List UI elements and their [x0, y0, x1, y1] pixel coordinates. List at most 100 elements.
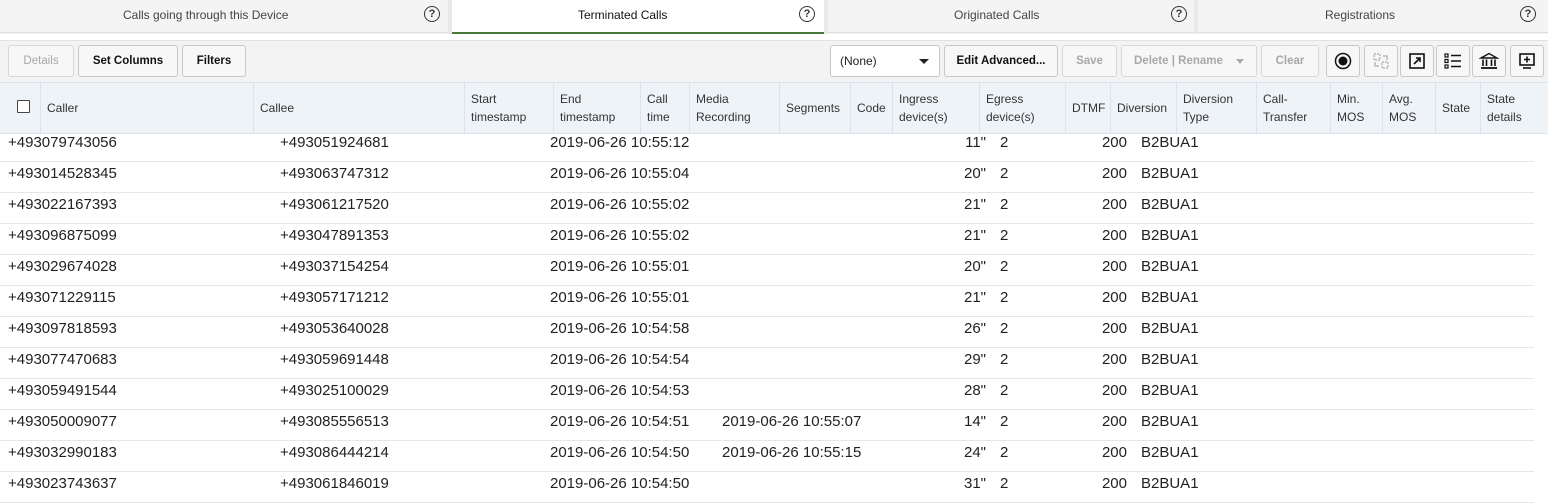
column-diversion-type[interactable]: Diversion Type [1177, 83, 1257, 133]
column-egress-devices[interactable]: Egress device(s) [980, 83, 1066, 133]
tab-label: Terminated Calls [578, 8, 668, 22]
list-button[interactable] [1436, 45, 1470, 77]
table-row[interactable]: +493014528345 +493063747312 2019-06-26 10:… [0, 161, 1534, 193]
select-all-checkbox[interactable] [17, 100, 30, 113]
table-row[interactable]: +493077470683 +493059691448 2019-06-26 10:… [0, 347, 1534, 379]
cell-segments: 2 [1000, 258, 1009, 275]
cell-callee: +493053640028 [280, 320, 389, 337]
cell-code: 200 [1101, 165, 1127, 182]
table-row[interactable]: +493032990183 +493086444214 2019-06-26 10:… [0, 440, 1534, 472]
bank-button[interactable] [1472, 45, 1506, 77]
column-segments[interactable]: Segments [780, 83, 851, 133]
tab-terminated-calls[interactable]: Terminated Calls ? [452, 0, 824, 34]
cell-caller: +493014528345 [8, 165, 117, 182]
cell-call-time: 20" [963, 165, 986, 182]
column-min-mos[interactable]: Min. MOS [1331, 83, 1383, 133]
set-columns-button[interactable]: Set Columns [78, 45, 178, 77]
cell-start-timestamp: 2019-06-26 10:54:51 [550, 413, 690, 430]
cell-code: 200 [1101, 413, 1127, 430]
cell-device: B2BUA1 [1141, 320, 1199, 337]
column-state-details[interactable]: State details [1481, 83, 1548, 133]
help-icon[interactable]: ? [799, 6, 815, 22]
column-end-timestamp[interactable]: End timestamp [554, 83, 641, 133]
column-call-transfer[interactable]: Call- Transfer [1257, 83, 1331, 133]
column-ingress-devices[interactable]: Ingress device(s) [893, 83, 980, 133]
cell-start-timestamp: 2019-06-26 10:54:53 [550, 382, 690, 399]
help-icon[interactable]: ? [1171, 6, 1187, 22]
column-diversion[interactable]: Diversion [1111, 83, 1177, 133]
table-row[interactable]: +493079743056 +493051924681 2019-06-26 10:… [0, 130, 1534, 162]
tab-registrations[interactable]: Registrations ? [1198, 0, 1548, 33]
record-button[interactable] [1326, 45, 1360, 77]
cell-call-time: 26" [963, 320, 986, 337]
cell-start-timestamp: 2019-06-26 10:54:50 [550, 444, 690, 461]
help-icon[interactable]: ? [1520, 6, 1536, 22]
transfer-button[interactable] [1364, 45, 1398, 77]
cell-start-timestamp: 2019-06-26 10:55:04 [550, 165, 690, 182]
column-label: Call- Transfer [1263, 92, 1308, 124]
tab-label: Originated Calls [954, 8, 1040, 22]
delete-rename-button[interactable]: Delete | Rename [1121, 45, 1257, 77]
save-button[interactable]: Save [1062, 45, 1117, 77]
table-row[interactable]: +493050009077 +493085556513 2019-06-26 10:… [0, 409, 1534, 441]
details-button[interactable]: Details [8, 45, 74, 77]
clear-button[interactable]: Clear [1261, 45, 1319, 77]
table-row[interactable]: +493096875099 +493047891353 2019-06-26 10:… [0, 223, 1534, 255]
column-callee[interactable]: Callee [254, 83, 465, 133]
column-label: DTMF [1072, 101, 1106, 115]
cell-call-time: 28" [963, 382, 986, 399]
export-icon [1409, 53, 1425, 69]
column-code[interactable]: Code [851, 83, 893, 133]
cell-call-time: 21" [963, 196, 986, 213]
cell-callee: +493037154254 [280, 258, 389, 275]
tab-originated-calls[interactable]: Originated Calls ? [828, 0, 1194, 33]
tab-calls-through-device[interactable]: Calls going through this Device ? [0, 0, 448, 33]
cell-segments: 2 [1000, 289, 1009, 306]
cell-end-timestamp: 2019-06-26 10:55:15 [722, 444, 862, 461]
table-row[interactable]: +493071229115 +493057171212 2019-06-26 10:… [0, 285, 1534, 317]
cell-caller: +493032990183 [8, 444, 117, 461]
filters-button[interactable]: Filters [182, 45, 246, 77]
cell-code: 200 [1101, 134, 1127, 151]
cell-start-timestamp: 2019-06-26 10:54:54 [550, 351, 690, 368]
column-label: Code [857, 101, 886, 115]
cell-caller: +493022167393 [8, 196, 117, 213]
column-media-recording[interactable]: Media Recording [690, 83, 780, 133]
column-dtmf[interactable]: DTMF [1066, 83, 1111, 133]
help-icon[interactable]: ? [424, 6, 440, 22]
column-start-timestamp[interactable]: Start timestamp [465, 83, 554, 133]
edit-advanced-button[interactable]: Edit Advanced... [944, 45, 1058, 77]
column-label: Avg. MOS [1389, 92, 1417, 124]
cell-code: 200 [1101, 196, 1127, 213]
table-row[interactable]: +493029674028 +493037154254 2019-06-26 10:… [0, 254, 1534, 286]
table-row[interactable]: +493023743637 +493061846019 2019-06-26 10:… [0, 471, 1534, 503]
column-call-time[interactable]: Call time [641, 83, 690, 133]
cell-device: B2BUA1 [1141, 227, 1199, 244]
add-screen-button[interactable] [1510, 45, 1544, 77]
cell-code: 200 [1101, 289, 1127, 306]
cell-device: B2BUA1 [1141, 475, 1199, 492]
cell-call-time: 21" [963, 227, 986, 244]
cell-device: B2BUA1 [1141, 289, 1199, 306]
table-row[interactable]: +493022167393 +493061217520 2019-06-26 10:… [0, 192, 1534, 224]
cell-call-time: 29" [963, 351, 986, 368]
cell-callee: +493086444214 [280, 444, 389, 461]
chevron-down-icon [1236, 59, 1244, 64]
cell-caller: +493097818593 [8, 320, 117, 337]
cell-device: B2BUA1 [1141, 444, 1199, 461]
table-row[interactable]: +493059491544 +493025100029 2019-06-26 10:… [0, 378, 1534, 410]
record-icon [1334, 52, 1352, 70]
view-select[interactable]: (None) [830, 45, 940, 77]
column-label: Diversion Type [1183, 92, 1234, 124]
column-avg-mos[interactable]: Avg. MOS [1383, 83, 1436, 133]
table-row[interactable]: +493097818593 +493053640028 2019-06-26 10:… [0, 316, 1534, 348]
column-state[interactable]: State [1436, 83, 1481, 133]
cell-start-timestamp: 2019-06-26 10:55:01 [550, 258, 690, 275]
cell-segments: 2 [1000, 475, 1009, 492]
cell-code: 200 [1101, 351, 1127, 368]
table-header: Caller Callee Start timestamp End timestam… [0, 82, 1548, 134]
cell-callee: +493051924681 [280, 134, 389, 151]
export-button[interactable] [1400, 45, 1434, 77]
column-caller[interactable]: Caller [41, 83, 254, 133]
list-icon [1444, 53, 1461, 69]
